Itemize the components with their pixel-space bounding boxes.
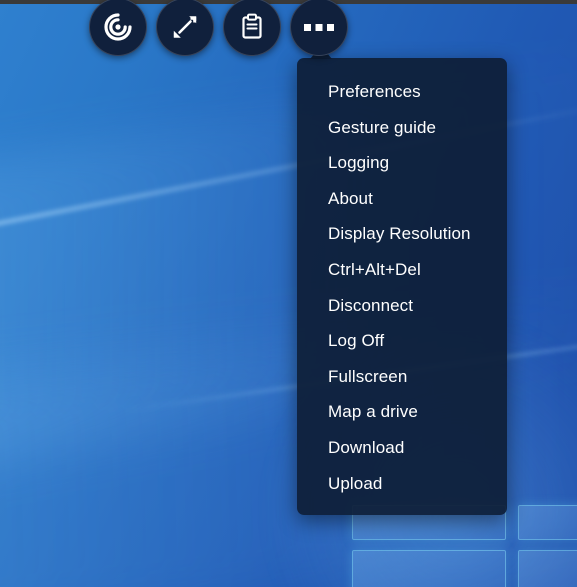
menu-item-display-resolution[interactable]: Display Resolution [297, 216, 507, 252]
remote-desktop-toolbar [89, 0, 348, 56]
menu-item-download[interactable]: Download [297, 430, 507, 466]
fullscreen-expand-icon [170, 12, 200, 42]
menu-item-fullscreen[interactable]: Fullscreen [297, 359, 507, 395]
clipboard-button[interactable] [223, 0, 281, 56]
ellipsis-menu-icon [302, 20, 336, 34]
menu-item-map-a-drive[interactable]: Map a drive [297, 394, 507, 430]
clipboard-icon [237, 12, 267, 42]
menu-item-preferences[interactable]: Preferences [297, 74, 507, 110]
more-options-menu: Preferences Gesture guide Logging About … [297, 58, 507, 516]
windows-logo-pane-top-right [519, 506, 577, 539]
more-menu-button[interactable] [290, 0, 348, 56]
guacamole-logo-icon [101, 10, 135, 44]
menu-item-gesture-guide[interactable]: Gesture guide [297, 110, 507, 146]
windows-logo-pane-bottom-left [353, 551, 505, 587]
menu-item-log-off[interactable]: Log Off [297, 323, 507, 359]
menu-item-logging[interactable]: Logging [297, 145, 507, 181]
guacamole-logo-button[interactable] [89, 0, 147, 56]
menu-item-upload[interactable]: Upload [297, 466, 507, 502]
windows-logo-pane-bottom-right [519, 551, 577, 587]
expand-button[interactable] [156, 0, 214, 56]
menu-item-ctrl-alt-del[interactable]: Ctrl+Alt+Del [297, 252, 507, 288]
menu-item-about[interactable]: About [297, 181, 507, 217]
menu-item-disconnect[interactable]: Disconnect [297, 288, 507, 324]
